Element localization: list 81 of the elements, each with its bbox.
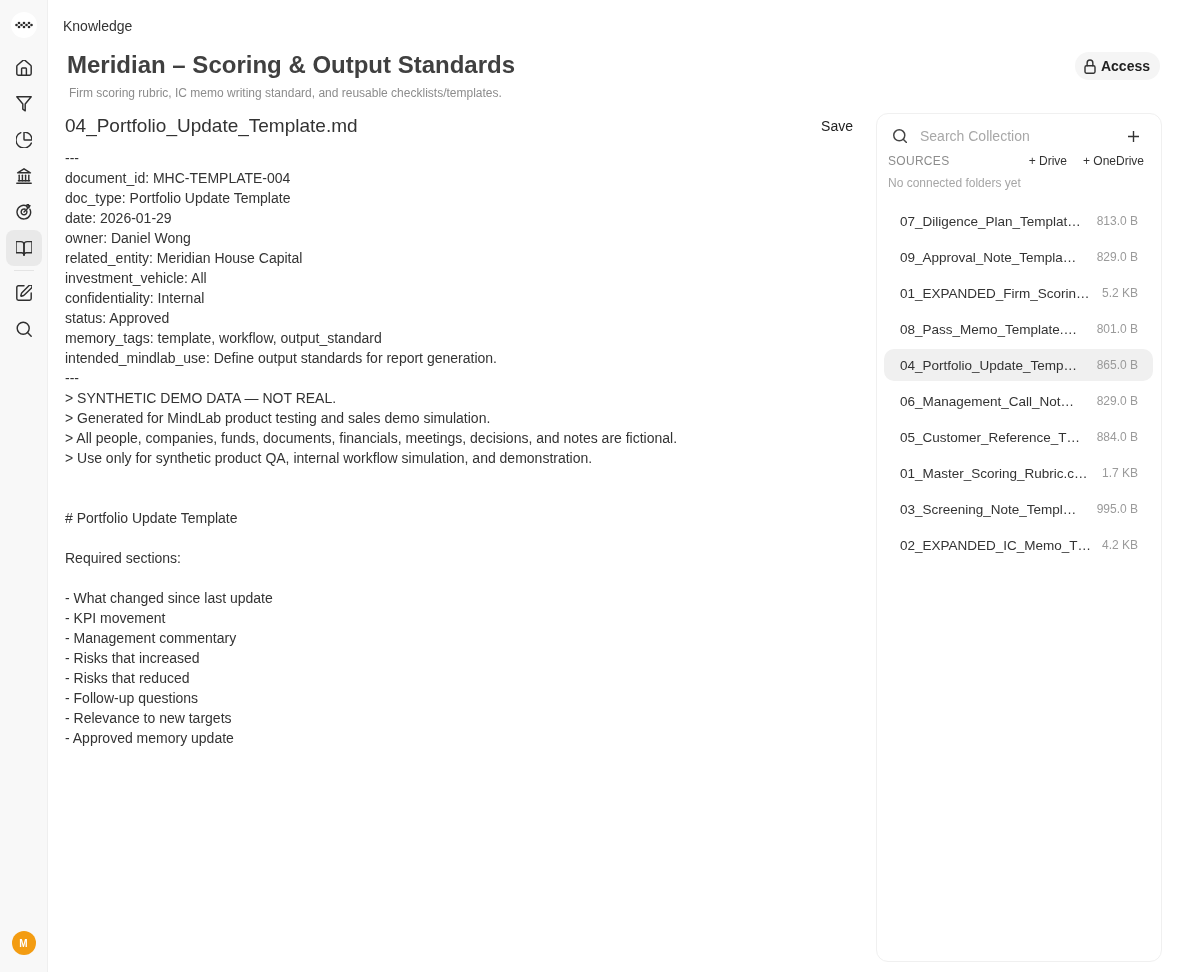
file-size: 865.0 B	[1096, 358, 1138, 372]
document-line: - What changed since last update	[65, 589, 273, 608]
pencil-square-icon	[15, 285, 32, 301]
file-list-item[interactable]: 05_Customer_Reference_T… 884.0 B	[884, 421, 1153, 453]
page-subtitle: Firm scoring rubric, IC memo writing standard, and reusable checklists/templates.	[69, 85, 503, 101]
file-list-item[interactable]: 02_EXPANDED_IC_Memo_T… 4.2 KB	[884, 529, 1153, 561]
document-line: owner: Daniel Wong	[65, 229, 191, 248]
document-line: document_id: MHC-TEMPLATE-004	[65, 169, 291, 188]
sources-label: SOURCES	[888, 154, 950, 168]
file-size: 5.2 KB	[1101, 286, 1138, 300]
file-name: 09_Approval_Note_Templa…	[900, 249, 1077, 265]
pie-chart-icon	[15, 132, 32, 148]
document-line: ---	[65, 149, 79, 168]
access-button[interactable]: Access	[1074, 52, 1160, 80]
document-line: - KPI movement	[65, 609, 166, 628]
file-size: 801.0 B	[1096, 322, 1138, 336]
empty-sources-note: No connected folders yet	[888, 175, 1022, 191]
document-line: confidentiality: Internal	[65, 289, 205, 308]
file-list-item[interactable]: 08_Pass_Memo_Template.… 801.0 B	[884, 313, 1153, 345]
home-icon	[15, 60, 32, 76]
document-line: doc_type: Portfolio Update Template	[65, 189, 291, 208]
document-line: - Approved memory update	[65, 729, 234, 748]
file-size: 995.0 B	[1096, 502, 1138, 516]
document-line: # Portfolio Update Template	[65, 509, 238, 528]
file-list-item[interactable]: 01_Master_Scoring_Rubric.c… 1.7 KB	[884, 457, 1153, 489]
document-line: Required sections:	[65, 549, 181, 568]
add-button[interactable]	[1126, 128, 1141, 144]
save-button[interactable]: Save	[819, 118, 855, 134]
document-line: - Management commentary	[65, 629, 237, 648]
document-line: date: 2026-01-29	[65, 209, 172, 228]
document-line: ---	[65, 369, 79, 388]
file-name: 01_Master_Scoring_Rubric.c…	[900, 465, 1088, 481]
funnel-icon	[15, 96, 32, 112]
document-line: > Generated for MindLab product testing and sales demo simulation.	[65, 409, 491, 428]
file-size: 829.0 B	[1096, 250, 1138, 264]
file-name: 03_Screening_Note_Templ…	[900, 501, 1077, 517]
file-name: 08_Pass_Memo_Template.…	[900, 321, 1078, 337]
document-line: > Use only for synthetic product QA, internal workflow simulation, and demonstration.	[65, 449, 593, 468]
file-size: 1.7 KB	[1101, 466, 1138, 480]
file-size: 884.0 B	[1096, 430, 1138, 444]
file-title: 04_Portfolio_Update_Template.md	[65, 115, 358, 137]
search-icon	[15, 321, 32, 337]
plus-icon	[1128, 130, 1139, 142]
breadcrumb-title: Knowledge	[63, 18, 133, 34]
document-line: > All people, companies, funds, documents, financials, meetings, decisions, and notes are fictional.	[65, 429, 678, 448]
document-line: intended_mindlab_use: Define output standards for report generation.	[65, 349, 497, 368]
page-title: Meridian – Scoring & Output Standards	[67, 50, 516, 80]
document-line: - Follow-up questions	[65, 689, 199, 708]
file-size: 4.2 KB	[1101, 538, 1138, 552]
lock-icon	[1083, 58, 1096, 74]
file-name: 06_Management_Call_Not…	[900, 393, 1075, 409]
file-name: 02_EXPANDED_IC_Memo_T…	[900, 537, 1092, 553]
file-list-item[interactable]: 07_Diligence_Plan_Templat… 813.0 B	[884, 205, 1153, 237]
document-line: - Risks that increased	[65, 649, 200, 668]
document-line: status: Approved	[65, 309, 170, 328]
file-list-item[interactable]: 01_EXPANDED_Firm_Scorin… 5.2 KB	[884, 277, 1153, 309]
target-icon	[15, 204, 32, 220]
bank-building-icon	[15, 168, 32, 184]
file-size: 813.0 B	[1096, 214, 1138, 228]
add-source-link[interactable]: + Drive	[1028, 154, 1067, 168]
document-line: investment_vehicle: All	[65, 269, 207, 288]
file-name: 01_EXPANDED_Firm_Scorin…	[900, 285, 1090, 301]
document-line: related_entity: Meridian House Capital	[65, 249, 303, 268]
document-line: - Relevance to new targets	[65, 709, 232, 728]
file-name: 05_Customer_Reference_T…	[900, 429, 1081, 445]
add-source-link[interactable]: + OneDrive	[1082, 154, 1144, 168]
file-list-item[interactable]: 04_Portfolio_Update_Temp… 865.0 B	[884, 349, 1153, 381]
dotted-logo-icon[interactable]	[10, 12, 37, 38]
sidebar-nav-button[interactable]	[5, 230, 42, 266]
file-list-item[interactable]: 09_Approval_Note_Templa… 829.0 B	[884, 241, 1153, 273]
file-name: 07_Diligence_Plan_Templat…	[900, 213, 1081, 229]
document-line: memory_tags: template, workflow, output_standard	[65, 329, 382, 348]
file-size: 829.0 B	[1096, 394, 1138, 408]
document-line: - Risks that reduced	[65, 669, 190, 688]
open-book-icon	[15, 240, 32, 256]
file-list-item[interactable]: 06_Management_Call_Not… 829.0 B	[884, 385, 1153, 417]
document-line: > SYNTHETIC DEMO DATA — NOT REAL.	[65, 389, 337, 408]
search-input[interactable]: Search Collection	[920, 128, 1126, 144]
file-name: 04_Portfolio_Update_Temp…	[900, 357, 1078, 373]
file-list-item[interactable]: 03_Screening_Note_Templ… 995.0 B	[884, 493, 1153, 525]
search-icon	[893, 129, 907, 143]
